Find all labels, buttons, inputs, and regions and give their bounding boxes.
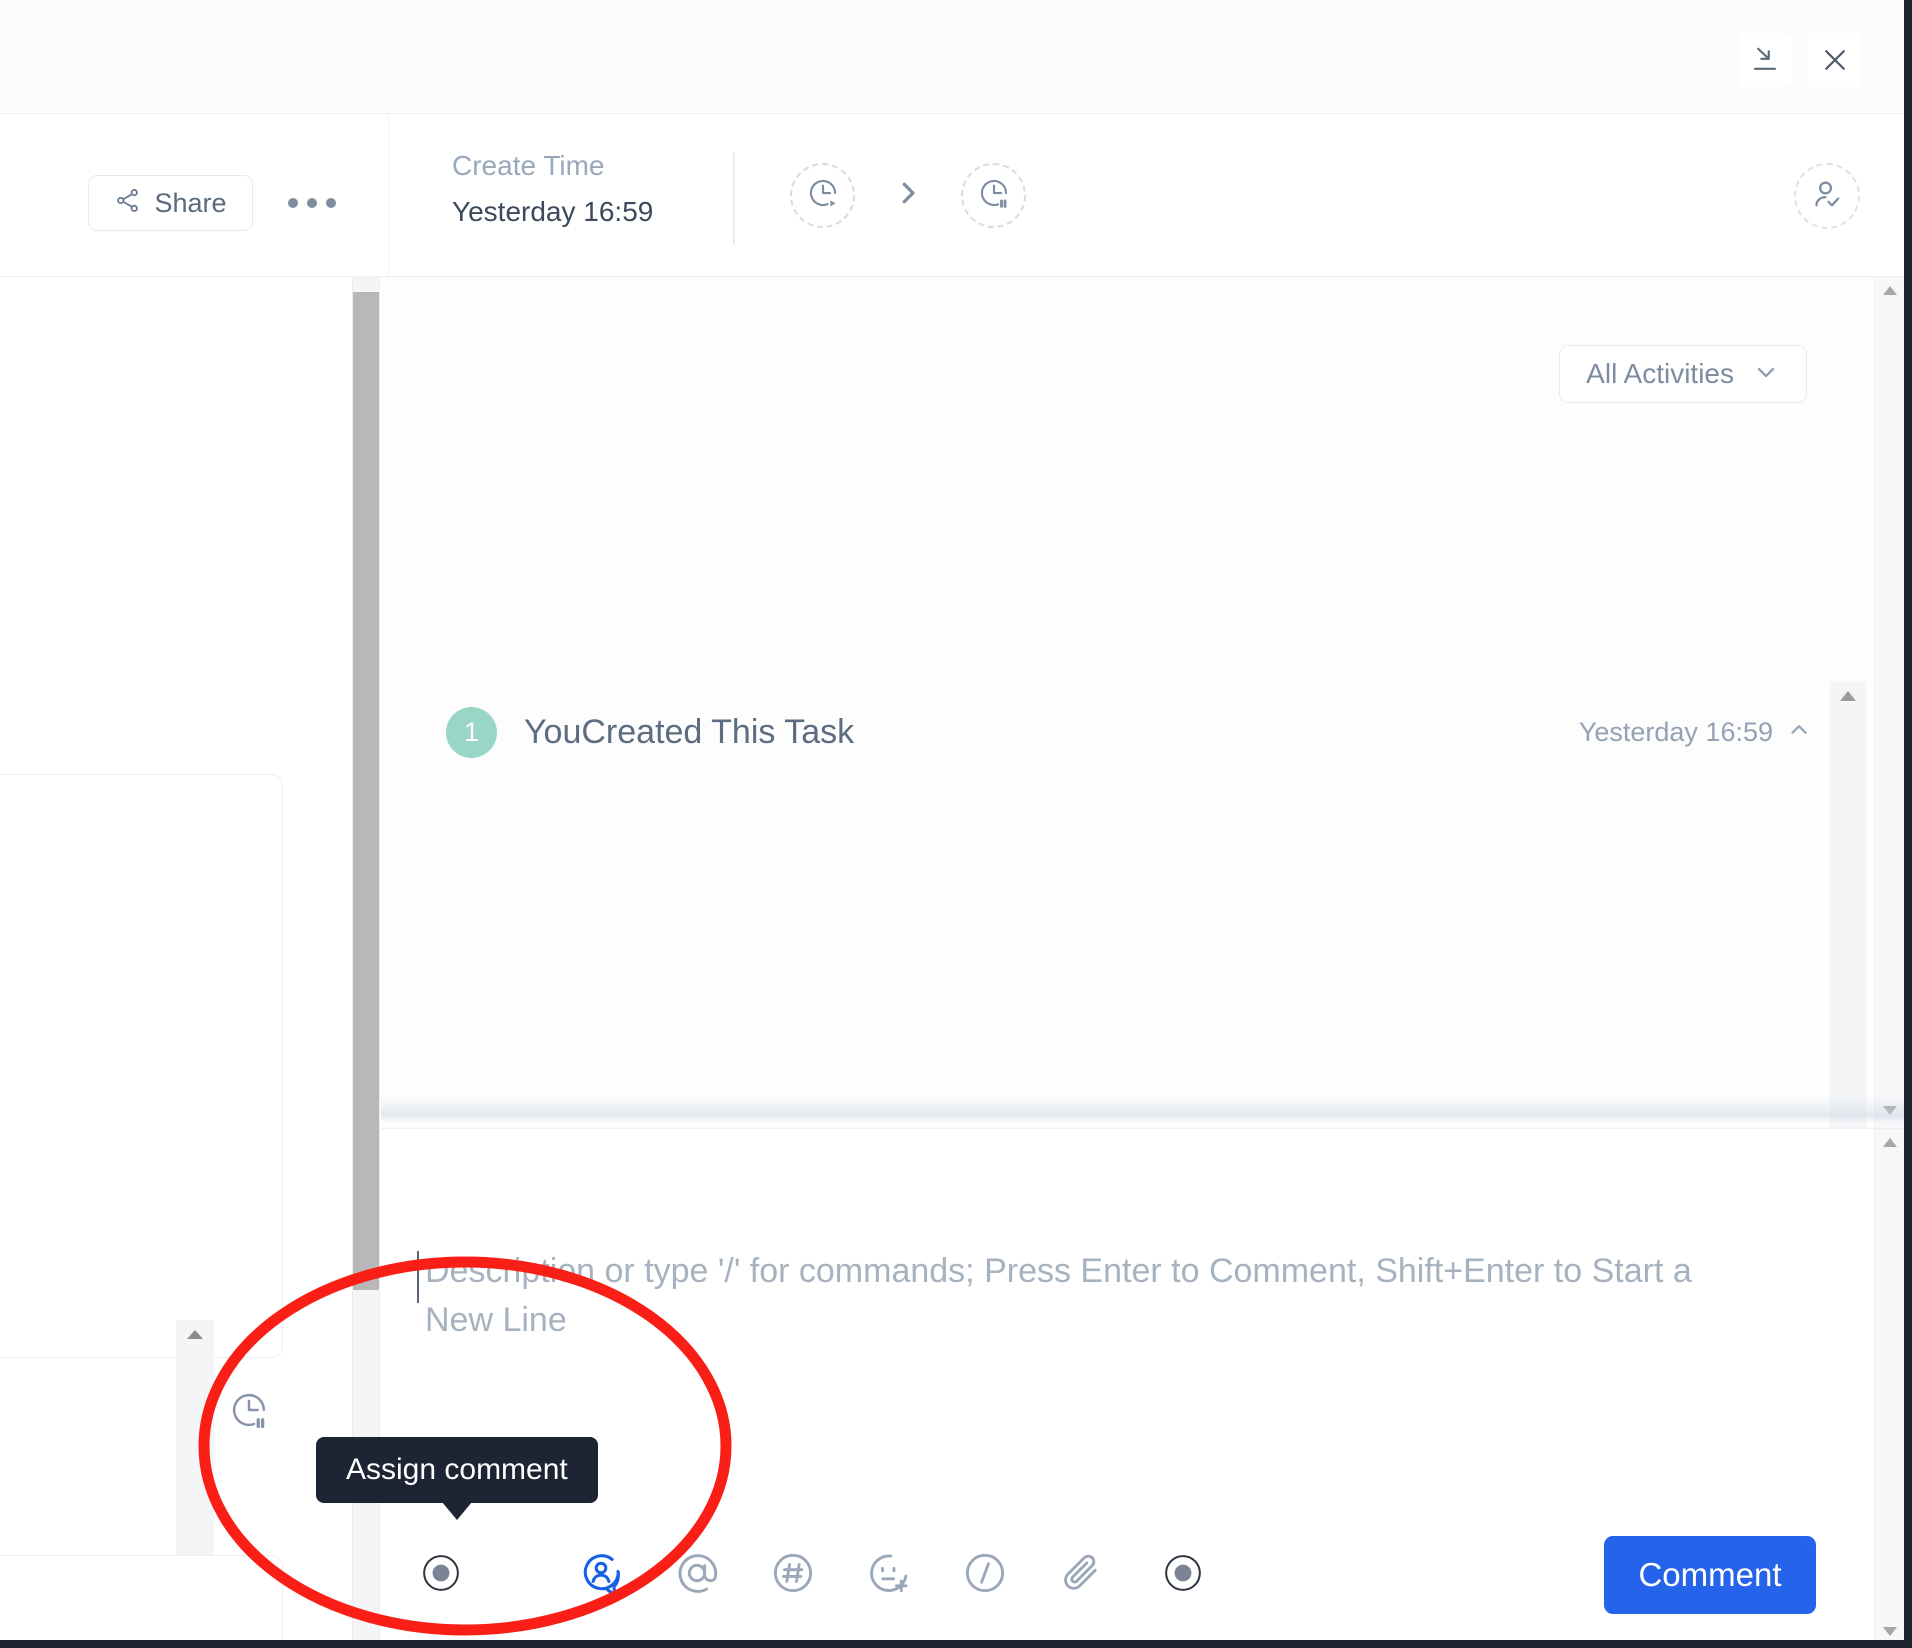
- collapse-down-right-icon: [1750, 45, 1780, 75]
- slash-command-button[interactable]: [947, 1540, 1023, 1610]
- header-divider: [388, 114, 389, 277]
- create-time-value: Yesterday 16:59: [452, 194, 653, 231]
- triangle-up-icon: [1881, 284, 1899, 302]
- due-time-button[interactable]: [961, 163, 1026, 228]
- activity-text: YouCreated This Task: [524, 713, 854, 752]
- time-arrow: [888, 178, 928, 213]
- triangle-up-icon: [1838, 690, 1858, 708]
- assign-comment-button[interactable]: [563, 1540, 639, 1610]
- time-range-controls: [790, 163, 1026, 228]
- minimize-button[interactable]: [1738, 33, 1792, 87]
- activity-timestamp: Yesterday 16:59: [1579, 717, 1773, 748]
- create-time-label: Create Time: [452, 148, 653, 185]
- triangle-up-icon: [185, 1328, 205, 1347]
- attachment-paperclip-icon: [1058, 1550, 1104, 1601]
- clock-pause-icon: [977, 176, 1011, 215]
- activity-filter-dropdown[interactable]: All Activities: [1559, 345, 1807, 403]
- share-button[interactable]: Share: [88, 175, 253, 231]
- mention-button[interactable]: [659, 1540, 735, 1610]
- main-scroll-up[interactable]: [1875, 277, 1904, 309]
- panel-scrollbar-thumb[interactable]: [353, 292, 379, 1290]
- chevron-down-icon: [1752, 358, 1780, 391]
- start-time-button[interactable]: [790, 163, 855, 228]
- hashtag-button[interactable]: [755, 1540, 831, 1610]
- activity-filter-label: All Activities: [1586, 358, 1734, 390]
- assign-comment-icon: [578, 1550, 624, 1601]
- user-check-icon: [1809, 176, 1845, 217]
- activity-filter-row: All Activities: [1559, 345, 1807, 403]
- clock-pause-icon: [228, 1418, 270, 1435]
- record-circle-button-2[interactable]: [1145, 1540, 1221, 1610]
- left-pane-card-secondary: [0, 1555, 283, 1648]
- left-pane-card: [0, 774, 283, 1358]
- activity-row[interactable]: 1 YouCreated This Task Yesterday 16:59: [446, 707, 1812, 758]
- attachment-button[interactable]: [1043, 1540, 1119, 1610]
- comment-composer: Description or type '/' for commands; Pr…: [381, 1128, 1904, 1648]
- create-time-field[interactable]: Create Time Yesterday 16:59: [452, 148, 653, 231]
- triangle-up-icon: [1881, 1136, 1899, 1154]
- activity-meta: Yesterday 16:59: [1579, 717, 1812, 748]
- comment-placeholder: Description or type '/' for commands; Pr…: [417, 1247, 1717, 1345]
- text-caret: [417, 1251, 419, 1303]
- chevron-right-icon: [893, 178, 923, 213]
- share-label: Share: [154, 188, 226, 219]
- chevron-up-icon[interactable]: [1786, 717, 1812, 748]
- close-icon: [1820, 45, 1850, 75]
- assign-comment-tooltip: Assign comment: [316, 1437, 598, 1503]
- emoji-add-icon: [866, 1550, 912, 1601]
- window-frame-right: [1904, 0, 1912, 1648]
- share-nodes-icon: [114, 187, 141, 219]
- left-detail-pane: [0, 277, 352, 1648]
- mention-at-icon: [674, 1550, 720, 1601]
- left-card-scroll-up[interactable]: [176, 1320, 214, 1354]
- clock-play-icon: [806, 176, 840, 215]
- record-circle-icon-2: [1161, 1551, 1205, 1600]
- activity-list-area: All Activities 1 YouCreated This Task Ye…: [381, 277, 1904, 1128]
- emoji-button[interactable]: [851, 1540, 927, 1610]
- window-frame-bottom: [0, 1640, 1912, 1648]
- more-options-button[interactable]: [285, 186, 339, 220]
- task-detail-panel: Share Create Time Yesterday 16:59: [0, 0, 1912, 1648]
- activity-badge: 1: [446, 707, 497, 758]
- window-controls: [1738, 33, 1862, 87]
- more-dot-3: [326, 198, 336, 208]
- activity-divider-shadow: [381, 1097, 1904, 1123]
- more-horizontal-icon: [288, 198, 298, 208]
- main-scrollbar[interactable]: [1874, 277, 1904, 1128]
- window-titlebar: [0, 0, 1904, 114]
- record-circle-icon: [419, 1551, 463, 1600]
- activity-and-composer-column: All Activities 1 YouCreated This Task Ye…: [381, 277, 1904, 1648]
- record-circle-icon-button[interactable]: [403, 1540, 479, 1610]
- more-dot-2: [307, 198, 317, 208]
- slash-command-icon: [962, 1550, 1008, 1601]
- header-vertical-divider: [733, 152, 735, 245]
- submit-comment-button[interactable]: Comment: [1604, 1536, 1816, 1614]
- left-pane-clock-button[interactable]: [228, 1389, 270, 1436]
- composer-scroll-up[interactable]: [1875, 1129, 1905, 1161]
- activity-scrollbar[interactable]: [1830, 682, 1866, 1128]
- assignee-button[interactable]: [1794, 163, 1860, 229]
- activity-scroll-up[interactable]: [1830, 682, 1866, 716]
- composer-scrollbar[interactable]: [1874, 1129, 1904, 1648]
- comment-input[interactable]: Description or type '/' for commands; Pr…: [417, 1247, 1717, 1345]
- hashtag-icon: [770, 1550, 816, 1601]
- close-button[interactable]: [1808, 33, 1862, 87]
